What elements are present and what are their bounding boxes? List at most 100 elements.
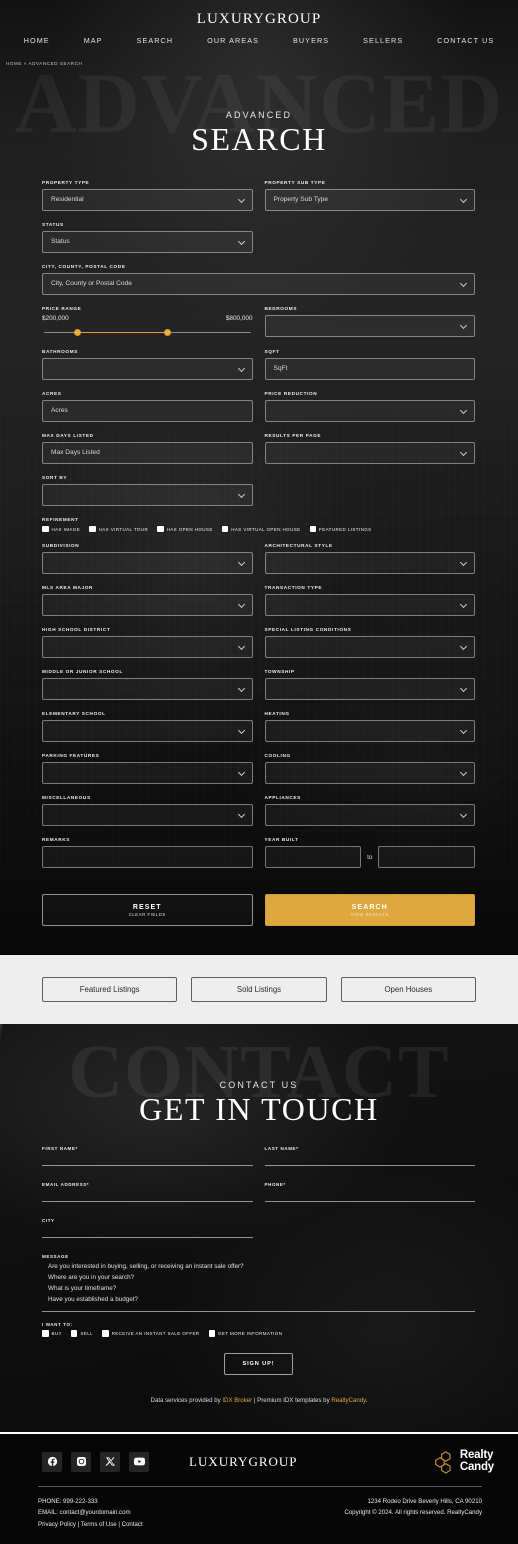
x-twitter-icon[interactable]	[100, 1451, 120, 1472]
select-elementary-school[interactable]	[42, 720, 253, 743]
input-acres[interactable]: Acres	[42, 399, 253, 422]
checkbox-has-virtual-tour[interactable]: HAS VIRTUAL TOUR	[89, 525, 148, 533]
reset-button[interactable]: RESET CLEAR FIELDS	[42, 894, 253, 927]
field-i-want-to: I WANT TO: BUY SELL RECEIVE AN INSTANT S…	[42, 1322, 475, 1337]
select-status[interactable]: Status	[42, 230, 253, 253]
search-button-title: SEARCH	[351, 903, 388, 911]
select-results-per-page[interactable]	[264, 441, 475, 464]
label-phone: PHONE*	[264, 1182, 286, 1188]
label-heating: HEATING	[264, 711, 290, 717]
nav-item-sellers[interactable]: SELLERS	[346, 36, 420, 45]
price-range-slider[interactable]	[44, 328, 251, 338]
nav-item-contact-us[interactable]: CONTACT US	[420, 36, 511, 45]
open-houses-button[interactable]: Open Houses	[340, 977, 476, 1003]
input-year-built-to[interactable]	[378, 846, 475, 869]
select-property-sub-type[interactable]: Property Sub Type	[264, 188, 475, 211]
input-max-days-listed[interactable]: Max Days Listed	[42, 441, 253, 464]
checkbox-buy[interactable]: BUY	[42, 1330, 62, 1337]
select-high-school-district[interactable]	[42, 636, 253, 659]
label-acres: ACRES	[42, 390, 62, 396]
field-township: TOWNSHIP	[264, 669, 475, 701]
nav-item-map[interactable]: MAP	[67, 36, 120, 45]
realty-candy-logo[interactable]: Realty Candy	[434, 1450, 494, 1474]
checkbox-receive-instant-sale-offer[interactable]: RECEIVE AN INSTANT SALE OFFER	[102, 1330, 199, 1337]
slider-handle-min[interactable]	[73, 328, 81, 336]
label-price-reduction: PRICE REDUCTION	[264, 390, 318, 396]
field-sqft: SQFT SqFt	[264, 349, 475, 380]
nav-item-buyers[interactable]: BUYERS	[276, 36, 346, 45]
select-architectural-style[interactable]	[264, 552, 475, 575]
checkbox-has-image[interactable]: HAS IMAGE	[42, 525, 80, 533]
select-heating[interactable]	[264, 720, 475, 743]
checkbox-label: HAS VIRTUAL OPEN HOUSE	[231, 526, 301, 532]
input-email-address[interactable]	[42, 1201, 253, 1203]
checkbox-label: FEATURED LISTINGS	[319, 526, 372, 532]
label-property-sub-type: PROPERTY SUB TYPE	[264, 179, 326, 185]
select-bathrooms[interactable]	[42, 357, 253, 380]
select-middle-or-junior-school[interactable]	[42, 678, 253, 701]
input-city[interactable]	[42, 1237, 253, 1239]
select-bedrooms[interactable]	[264, 314, 475, 337]
checkbox-has-open-house[interactable]: HAS OPEN HOUSE	[157, 525, 213, 533]
footer-phone: PHONE: 999-222-333	[38, 1497, 98, 1505]
input-year-built-from[interactable]	[264, 846, 362, 869]
checkbox-get-more-information[interactable]: GET MORE INFORMATION	[208, 1330, 283, 1337]
input-remarks[interactable]	[42, 846, 253, 869]
select-township[interactable]	[264, 678, 475, 701]
field-city: CITY	[42, 1218, 253, 1239]
footer-legal-links[interactable]: Privacy Policy | Terms of Use | Contact	[38, 1519, 143, 1530]
input-phone[interactable]	[264, 1201, 475, 1203]
checkbox-label: SELL	[80, 1331, 94, 1337]
label-architectural-style: ARCHITECTURAL STYLE	[264, 543, 333, 549]
field-status: STATUS Status	[42, 222, 253, 253]
input-sqft[interactable]: SqFt	[264, 357, 475, 380]
textarea-message[interactable]: Are you interested in buying, selling, o…	[42, 1262, 475, 1305]
checkbox-has-virtual-open-house[interactable]: HAS VIRTUAL OPEN HOUSE	[221, 525, 301, 533]
hero-eyebrow: ADVANCED	[225, 110, 293, 120]
field-mls-area-major: MLS AREA MAJOR	[42, 585, 253, 617]
search-button[interactable]: SEARCH VIEW RESULTS	[264, 894, 475, 927]
select-transaction-type[interactable]	[264, 594, 475, 617]
value-acres: Acres	[51, 407, 68, 415]
field-email-address: EMAIL ADDRESS*	[42, 1182, 253, 1203]
footer-logo[interactable]: LUXURYGROUP	[189, 1454, 298, 1470]
slider-handle-max[interactable]	[163, 328, 171, 336]
sold-listings-button[interactable]: Sold Listings	[191, 977, 327, 1003]
field-acres: ACRES Acres	[42, 391, 253, 422]
idx-broker-link[interactable]: IDX Broker	[222, 1397, 252, 1404]
label-miscellaneous: MISCELLANEOUS	[42, 795, 91, 801]
nav-item-home[interactable]: HOME	[7, 36, 67, 45]
breadcrumb[interactable]: HOME » ADVANCED SEARCH	[0, 55, 518, 66]
field-message: MESSAGE Are you interested in buying, se…	[42, 1254, 475, 1313]
checkbox-featured-listings[interactable]: FEATURED LISTINGS	[309, 525, 372, 533]
nav-item-our-areas[interactable]: OUR AREAS	[190, 36, 276, 45]
site-footer: LUXURYGROUP Realty Candy PHONE: 999-222-…	[0, 1431, 518, 1544]
select-mls-area-major[interactable]	[42, 594, 253, 617]
select-parking-features[interactable]	[42, 762, 253, 785]
select-price-reduction[interactable]	[264, 399, 475, 422]
facebook-icon[interactable]	[42, 1451, 62, 1472]
contact-form: FIRST NAME* LAST NAME* EMAIL ADDRESS* PH…	[0, 1128, 518, 1383]
sign-up-button[interactable]: SIGN UP!	[224, 1352, 293, 1375]
label-appliances: APPLIANCES	[264, 795, 301, 801]
instagram-icon[interactable]	[71, 1451, 91, 1472]
chevron-down-icon	[461, 770, 467, 776]
featured-listings-button[interactable]: Featured Listings	[42, 977, 178, 1003]
contact-eyebrow: CONTACT US	[219, 1080, 299, 1091]
site-logo[interactable]: LUXURYGROUP	[0, 8, 518, 36]
select-city-county-postal[interactable]: City, County or Postal Code	[42, 272, 475, 295]
input-last-name[interactable]	[264, 1165, 475, 1167]
field-bathrooms: BATHROOMS	[42, 349, 253, 380]
youtube-icon[interactable]	[129, 1451, 149, 1472]
select-subdivision[interactable]	[42, 552, 253, 575]
select-sort-by[interactable]	[42, 483, 253, 506]
checkbox-sell[interactable]: SELL	[70, 1330, 94, 1337]
select-cooling[interactable]	[264, 762, 475, 785]
select-property-type[interactable]: Residential	[42, 188, 253, 211]
realty-candy-link[interactable]: RealtyCandy	[331, 1397, 365, 1404]
nav-item-search[interactable]: SEARCH	[120, 36, 191, 45]
select-miscellaneous[interactable]	[42, 804, 253, 827]
select-special-listing-conditions[interactable]	[264, 636, 475, 659]
select-appliances[interactable]	[264, 804, 475, 827]
input-first-name[interactable]	[42, 1165, 253, 1167]
